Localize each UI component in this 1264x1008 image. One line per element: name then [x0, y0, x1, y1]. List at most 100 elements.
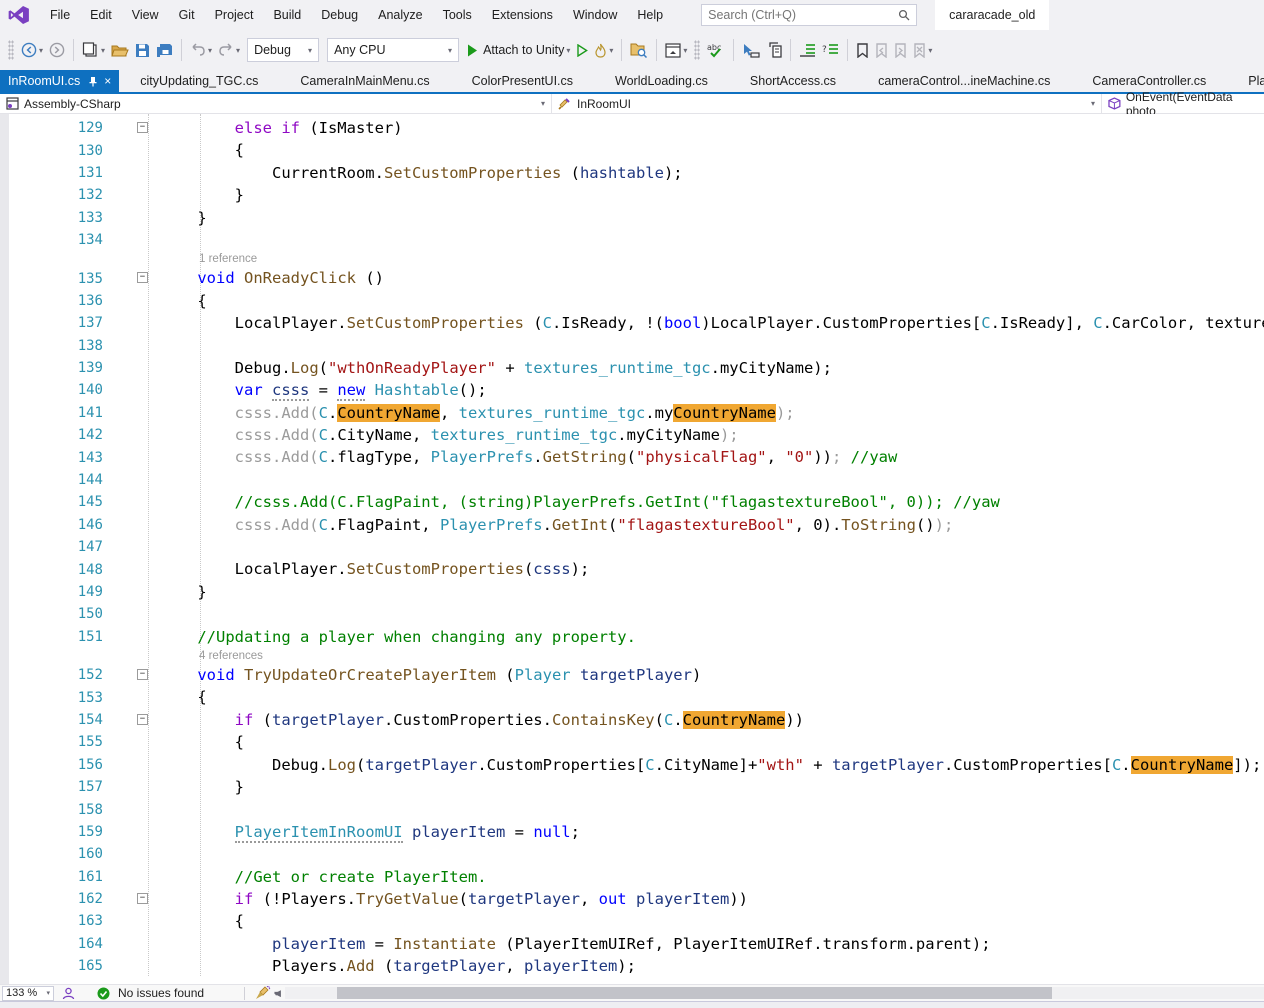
- navigate-forward-button[interactable]: [46, 37, 68, 63]
- live-share-icon[interactable]: [62, 987, 75, 1000]
- horizontal-scrollbar-thumb[interactable]: [337, 987, 1052, 999]
- tab-shortaccess-cs[interactable]: ShortAccess.cs: [729, 70, 857, 92]
- menu-project[interactable]: Project: [205, 0, 264, 30]
- menu-window[interactable]: Window: [563, 0, 627, 30]
- tab-cameracontrol-inemachine-cs[interactable]: cameraControl...ineMachine.cs: [857, 70, 1071, 92]
- start-without-debugging-button[interactable]: [574, 37, 591, 63]
- code-line-165[interactable]: 165 Players.Add (targetPlayer, playerIte…: [0, 955, 1264, 977]
- member-dropdown[interactable]: OnEvent(EventData photo: [1102, 94, 1264, 113]
- code-line-130[interactable]: 130 {: [0, 139, 1264, 161]
- codelens-text[interactable]: 1 reference: [0, 253, 257, 265]
- codelens-references[interactable]: 1 reference: [0, 251, 1264, 267]
- code-line-163[interactable]: 163 {: [0, 910, 1264, 932]
- search-input[interactable]: [708, 8, 898, 22]
- menu-extensions[interactable]: Extensions: [482, 0, 563, 30]
- menu-tools[interactable]: Tools: [433, 0, 482, 30]
- pin-icon[interactable]: [87, 76, 97, 87]
- code-line-159[interactable]: 159 PlayerItemInRoomUI playerItem = null…: [0, 821, 1264, 843]
- code-line-145[interactable]: 145 //csss.Add(C.FlagPaint, (string)Play…: [0, 491, 1264, 513]
- menu-view[interactable]: View: [122, 0, 169, 30]
- code-line-160[interactable]: 160: [0, 843, 1264, 865]
- collapse-region-toggle[interactable]: −: [137, 669, 148, 680]
- tab-cityupdating-tgc-cs[interactable]: cityUpdating_TGC.cs: [119, 70, 279, 92]
- tab-worldloading-cs[interactable]: WorldLoading.cs: [594, 70, 729, 92]
- toggle-bookmark-button[interactable]: [853, 37, 872, 63]
- toolbar-grip[interactable]: [8, 40, 14, 60]
- save-button[interactable]: [132, 37, 153, 63]
- hot-reload-button[interactable]: ▾: [591, 37, 616, 63]
- code-editor[interactable]: 129− else if (IsMaster)130 {131 CurrentR…: [0, 114, 1264, 984]
- menu-build[interactable]: Build: [263, 0, 311, 30]
- code-line-132[interactable]: 132 }: [0, 184, 1264, 206]
- code-line-164[interactable]: 164 playerItem = Instantiate (PlayerItem…: [0, 933, 1264, 955]
- editor-zoom-dropdown[interactable]: 133 %▾: [2, 986, 54, 1001]
- collapse-region-toggle[interactable]: −: [137, 893, 148, 904]
- code-line-138[interactable]: 138: [0, 335, 1264, 357]
- code-line-131[interactable]: 131 CurrentRoom.SetCustomProperties (has…: [0, 162, 1264, 184]
- code-line-155[interactable]: 155 {: [0, 731, 1264, 753]
- new-project-button[interactable]: ▾: [79, 37, 108, 63]
- navigate-cursor-button[interactable]: [739, 37, 763, 63]
- solution-configuration-dropdown[interactable]: Debug▾: [247, 38, 319, 62]
- code-line-136[interactable]: 136 {: [0, 290, 1264, 312]
- toolbar-grip[interactable]: [694, 40, 700, 60]
- code-line-161[interactable]: 161 //Get or create PlayerItem.: [0, 866, 1264, 888]
- menu-help[interactable]: Help: [627, 0, 673, 30]
- menu-edit[interactable]: Edit: [80, 0, 122, 30]
- code-line-146[interactable]: 146 csss.Add(C.FlagPaint, PlayerPrefs.Ge…: [0, 514, 1264, 536]
- code-line-149[interactable]: 149 }: [0, 581, 1264, 603]
- tab-inroomui-cs[interactable]: InRoomUI.cs×: [0, 70, 119, 92]
- indent-decrease-button[interactable]: [796, 37, 819, 63]
- code-line-158[interactable]: 158: [0, 798, 1264, 820]
- code-line-154[interactable]: 154− if (targetPlayer.CustomProperties.C…: [0, 709, 1264, 731]
- collapse-region-toggle[interactable]: −: [137, 714, 148, 725]
- tab-colorpresentui-cs[interactable]: ColorPresentUI.cs: [451, 70, 594, 92]
- codelens-references[interactable]: 4 references: [0, 648, 1264, 664]
- quick-search-box[interactable]: [701, 4, 917, 26]
- code-line-156[interactable]: 156 Debug.Log(targetPlayer.CustomPropert…: [0, 754, 1264, 776]
- code-cleanup-broom-icon[interactable]: [255, 986, 271, 1000]
- open-file-button[interactable]: [108, 37, 132, 63]
- spell-check-button[interactable]: abc: [704, 37, 728, 63]
- solution-explorer-home-button[interactable]: ▾: [662, 37, 690, 63]
- close-tab-icon[interactable]: ×: [104, 75, 111, 87]
- issues-status-text[interactable]: No issues found: [118, 986, 204, 1000]
- code-line-141[interactable]: 141 csss.Add(C.CountryName, textures_run…: [0, 402, 1264, 424]
- menu-file[interactable]: File: [40, 0, 80, 30]
- menu-git[interactable]: Git: [169, 0, 205, 30]
- type-dropdown[interactable]: InRoomUI ▾: [552, 94, 1102, 113]
- code-line-137[interactable]: 137 LocalPlayer.SetCustomProperties (C.I…: [0, 312, 1264, 334]
- code-line-153[interactable]: 153 {: [0, 686, 1264, 708]
- code-line-147[interactable]: 147: [0, 536, 1264, 558]
- code-line-133[interactable]: 133 }: [0, 207, 1264, 229]
- code-line-151[interactable]: 151 //Updating a player when changing an…: [0, 626, 1264, 648]
- solution-name[interactable]: cararacade_old: [935, 0, 1049, 30]
- menu-analyze[interactable]: Analyze: [368, 0, 432, 30]
- find-in-files-button[interactable]: [627, 37, 651, 63]
- navigate-back-button[interactable]: ▾: [18, 37, 46, 63]
- horizontal-scrollbar[interactable]: [285, 987, 1264, 999]
- undo-button[interactable]: ▾: [187, 37, 215, 63]
- code-line-150[interactable]: 150: [0, 603, 1264, 625]
- tab-camerainmainmenu-cs[interactable]: CameraInMainMenu.cs: [279, 70, 450, 92]
- code-line-157[interactable]: 157 }: [0, 776, 1264, 798]
- code-line-129[interactable]: 129− else if (IsMaster): [0, 117, 1264, 139]
- attach-to-unity-button[interactable]: Attach to Unity▾: [463, 43, 574, 57]
- clear-bookmarks-button[interactable]: ▾: [910, 37, 935, 63]
- code-line-140[interactable]: 140 var csss = new Hashtable();: [0, 379, 1264, 401]
- hscroll-left-arrow[interactable]: ◀: [274, 988, 281, 999]
- solution-platform-dropdown[interactable]: Any CPU▾: [327, 38, 459, 62]
- project-dropdown[interactable]: Assembly-CSharp ▾: [0, 94, 552, 113]
- collapse-region-toggle[interactable]: −: [137, 122, 148, 133]
- code-line-139[interactable]: 139 Debug.Log("wthOnReadyPlayer" + textu…: [0, 357, 1264, 379]
- code-line-142[interactable]: 142 csss.Add(C.CityName, textures_runtim…: [0, 424, 1264, 446]
- code-line-152[interactable]: 152− void TryUpdateOrCreatePlayerItem (P…: [0, 664, 1264, 686]
- indent-increase-button[interactable]: ?: [819, 37, 842, 63]
- code-line-148[interactable]: 148 LocalPlayer.SetCustomProperties(csss…: [0, 558, 1264, 580]
- menu-debug[interactable]: Debug: [311, 0, 368, 30]
- code-line-135[interactable]: 135− void OnReadyClick (): [0, 267, 1264, 289]
- collapse-region-toggle[interactable]: −: [137, 272, 148, 283]
- prev-bookmark-button[interactable]: [872, 37, 891, 63]
- codelens-text[interactable]: 4 references: [0, 650, 263, 662]
- code-line-143[interactable]: 143 csss.Add(C.flagType, PlayerPrefs.Get…: [0, 446, 1264, 468]
